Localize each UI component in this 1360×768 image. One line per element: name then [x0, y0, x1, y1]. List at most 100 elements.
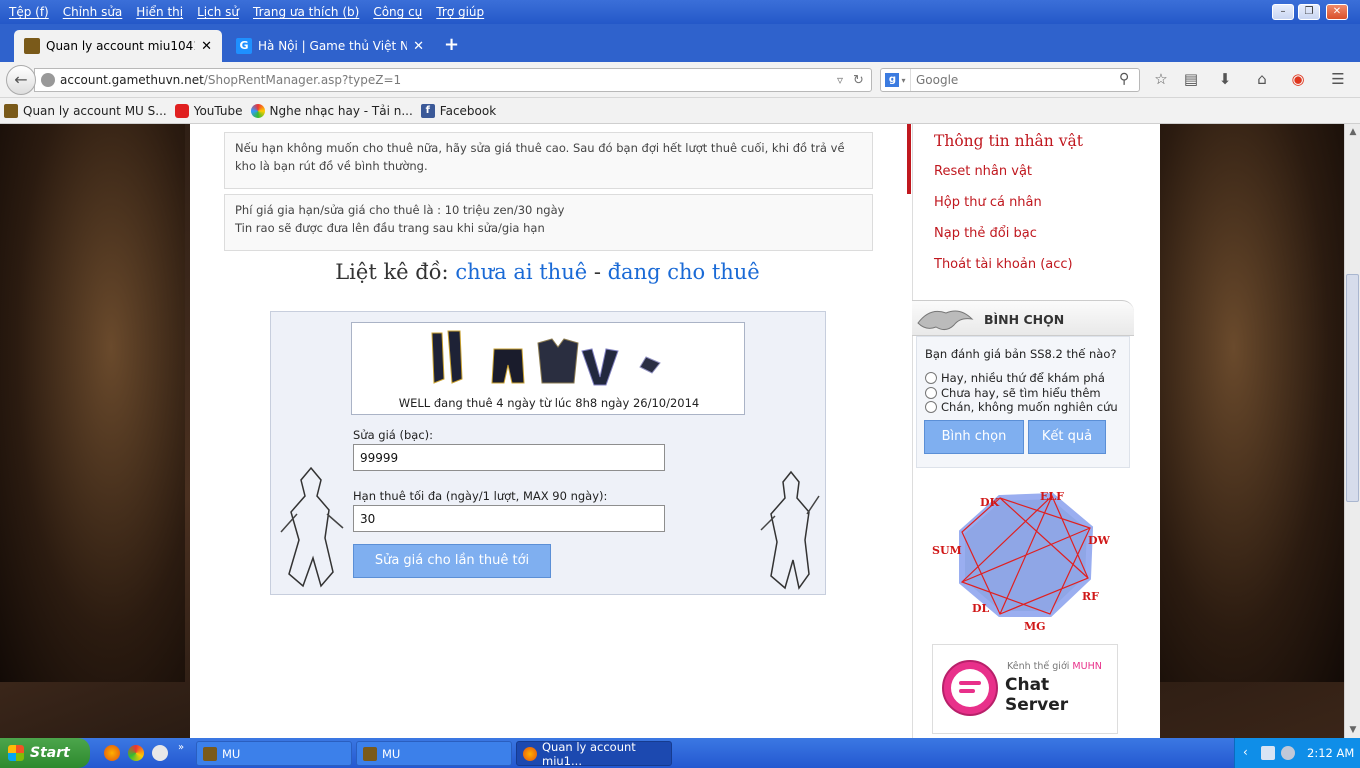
poll-option-1[interactable]: Hay, nhiều thứ để khám phá [925, 371, 1105, 385]
bookmark-nghe-nhac[interactable]: Nghe nhạc hay - Tải n... [250, 103, 413, 118]
item-set-images [431, 330, 661, 386]
firefox-quicklaunch-icon[interactable] [104, 745, 120, 761]
minimize-button[interactable]: – [1272, 4, 1294, 20]
scroll-thumb[interactable] [1346, 274, 1359, 502]
media-player-quicklaunch-icon[interactable] [152, 745, 168, 761]
play-addon-icon[interactable]: ◉ [1288, 70, 1308, 88]
taskbar-item-firefox[interactable]: Quan ly account miu1... [516, 739, 672, 768]
address-bar[interactable]: account.gamethuvn.net /ShopRentManager.a… [34, 68, 872, 92]
radio-button[interactable] [925, 401, 937, 413]
sidebar-topup[interactable]: Nạp thẻ đổi bạc [934, 226, 1037, 241]
price-input[interactable] [353, 444, 665, 471]
notice-text: Nếu hạn không muốn cho thuê nữa, hãy sửa… [235, 141, 845, 173]
close-window-button[interactable]: ✕ [1326, 4, 1348, 20]
bookmark-quan-ly-account[interactable]: Quan ly account MU S... [4, 103, 167, 118]
home-icon[interactable]: ⌂ [1252, 70, 1272, 88]
menu-bookmarks[interactable]: Trang ưa thích (b) [253, 5, 359, 19]
tray-expand-icon[interactable]: ‹ [1243, 745, 1248, 759]
menu-file[interactable]: Tệp (f) [9, 5, 49, 19]
poll-title: BÌNH CHỌN [984, 312, 1065, 327]
menu-bar: Tệp (f) Chỉnh sửa Hiển thị Lịch sử Trang… [0, 0, 491, 24]
class-relationship-diagram: DK ELF DW RF MG DL SUM [932, 490, 1111, 633]
notice-fee-text: Phí giá gia hạn/sửa giá cho thuê là : 10… [235, 203, 565, 217]
close-tab-icon[interactable]: ✕ [413, 39, 424, 54]
dragon-emblem-icon [917, 310, 974, 331]
radio-button[interactable] [925, 387, 937, 399]
poll-option-3[interactable]: Chán, không muốn nghiên cứu [925, 400, 1118, 414]
chat-banner-subtitle-prefix: Kênh thế giới [1007, 661, 1073, 672]
youtube-icon [174, 103, 189, 118]
radio-button[interactable] [925, 372, 937, 384]
chat-banner-subtitle: Kênh thế giới MUHN [1007, 661, 1102, 672]
page-scrollbar[interactable]: ▲ ▼ [1344, 124, 1360, 738]
link-renting[interactable]: đang cho thuê [608, 260, 760, 284]
sidebar-mailbox[interactable]: Hộp thư cá nhân [934, 195, 1042, 210]
sidebar-character-info[interactable]: Thông tin nhân vật [934, 132, 1083, 150]
taskbar-item-mu-1[interactable]: MU [196, 741, 352, 766]
search-input[interactable] [911, 73, 1111, 87]
chat-bubble-icon [942, 660, 998, 716]
scroll-down-arrow-icon[interactable]: ▼ [1345, 722, 1360, 738]
bookmarks-list-icon[interactable]: ▤ [1181, 70, 1201, 88]
tab-quan-ly-account[interactable]: Quan ly account miu1041 ... ✕ [14, 30, 222, 62]
update-price-button[interactable]: Sửa giá cho lần thuê tới [353, 544, 551, 578]
poll-option-label: Hay, nhiều thứ để khám phá [941, 371, 1105, 385]
reload-icon[interactable]: ↻ [853, 73, 864, 88]
chrome-quicklaunch-icon[interactable] [128, 745, 144, 761]
vote-button[interactable]: Bình chọn [924, 420, 1024, 454]
menu-edit[interactable]: Chỉnh sửa [63, 5, 123, 19]
network-icon[interactable] [1261, 746, 1275, 760]
task-label: MU [382, 746, 401, 761]
globe-icon [41, 73, 55, 87]
start-label: Start [30, 745, 70, 761]
restore-button[interactable]: ❐ [1298, 4, 1320, 20]
scroll-up-arrow-icon[interactable]: ▲ [1345, 124, 1360, 140]
sidebar-reset-character[interactable]: Reset nhân vật [934, 164, 1032, 179]
menu-history[interactable]: Lịch sử [197, 5, 239, 19]
back-button[interactable]: ← [6, 65, 36, 95]
task-label: Quan ly account miu1... [542, 739, 636, 768]
url-path: /ShopRentManager.asp?typeZ=1 [203, 73, 402, 87]
view-results-button[interactable]: Kết quả [1028, 420, 1106, 454]
notice-box-fee: Phí giá gia hạn/sửa giá cho thuê là : 10… [224, 194, 873, 251]
hamburger-menu-icon[interactable]: ☰ [1328, 70, 1348, 88]
menu-help[interactable]: Trợ giúp [436, 5, 484, 19]
notice-top-text: Tin rao sẽ được đưa lên đầu trang sau kh… [235, 221, 545, 235]
close-tab-icon[interactable]: ✕ [201, 39, 212, 54]
url-host: account.gamethuvn.net [60, 73, 204, 87]
volume-icon[interactable] [1281, 746, 1295, 760]
poll-widget: BÌNH CHỌN Bạn đánh giá bản SS8.2 thế nào… [912, 300, 1134, 468]
taskbar-clock[interactable]: 2:12 AM [1307, 746, 1354, 760]
class-label-dk: DK [980, 496, 1000, 509]
duration-input[interactable] [353, 505, 665, 532]
page-viewport: Nếu hạn không muốn cho thuê nữa, hãy sửa… [0, 124, 1344, 738]
bookmark-facebook[interactable]: f Facebook [420, 103, 496, 118]
tab-label: Hà Nội | Game thủ Việt Na... [258, 39, 408, 53]
gamethu-favicon-icon: G [236, 38, 252, 54]
dropdown-icon[interactable]: ▿ [837, 73, 843, 87]
title-bar: Tệp (f) Chỉnh sửa Hiển thị Lịch sử Trang… [0, 0, 1360, 24]
start-button[interactable]: Start [0, 738, 90, 768]
bookmark-star-icon[interactable]: ☆ [1151, 70, 1171, 88]
download-icon[interactable]: ⬇ [1215, 70, 1235, 88]
search-icon[interactable]: ⚲ [1119, 71, 1129, 87]
sidebar-logout[interactable]: Thoát tài khoản (acc) [934, 257, 1073, 272]
class-label-dl: DL [972, 602, 990, 615]
menu-view[interactable]: Hiển thị [136, 5, 183, 19]
bookmarks-toolbar: Quan ly account MU S... YouTube Nghe nhạ… [0, 98, 1360, 124]
bookmark-youtube[interactable]: YouTube [174, 103, 243, 118]
price-label: Sửa giá (bạc): [353, 428, 434, 442]
search-engine-selector[interactable]: g ▾ [881, 69, 911, 91]
poll-option-2[interactable]: Chưa hay, sẽ tìm hiểu thêm [925, 386, 1101, 400]
tab-gamethuvn[interactable]: G Hà Nội | Game thủ Việt Na... ✕ [226, 30, 434, 62]
taskbar-item-mu-2[interactable]: MU [356, 741, 512, 766]
listing-prefix: Liệt kê đồ: [335, 260, 456, 284]
new-tab-button[interactable]: + [444, 34, 459, 55]
chat-server-banner[interactable]: Kênh thế giới MUHN Chat Server [932, 644, 1118, 734]
link-not-rented[interactable]: chưa ai thuê [455, 260, 587, 284]
bookmark-label: YouTube [193, 103, 243, 118]
helm-image [639, 356, 661, 374]
gloves-image [581, 348, 619, 386]
menu-tools[interactable]: Công cụ [373, 5, 422, 19]
quicklaunch-overflow-icon[interactable]: » [178, 742, 184, 753]
